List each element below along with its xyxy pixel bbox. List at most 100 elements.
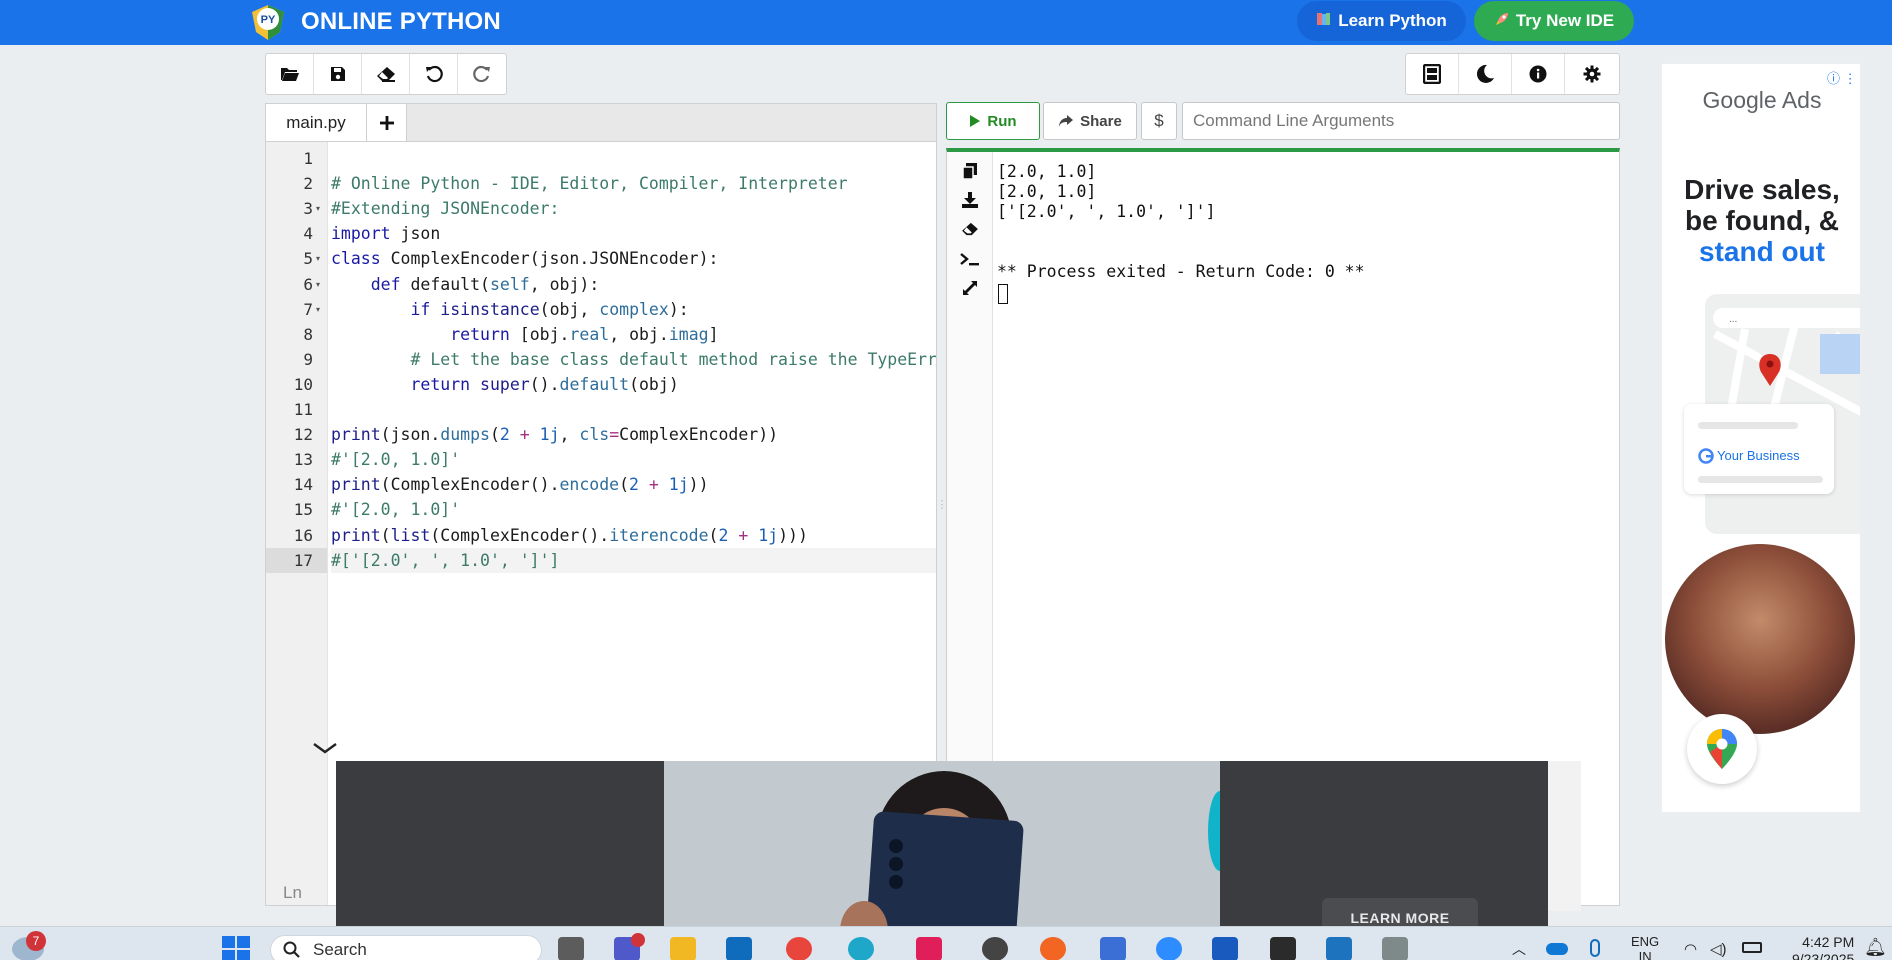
code-line[interactable]: #Extending JSONEncoder:: [331, 196, 559, 221]
line-number: 5: [303, 249, 313, 269]
speaker-icon[interactable]: ◁): [1710, 940, 1727, 958]
taskbar-search-box[interactable]: Search: [270, 935, 542, 960]
wifi-icon[interactable]: ◠: [1684, 940, 1697, 958]
code-line[interactable]: # Let the base class default method rais…: [331, 347, 936, 372]
python-logo-icon[interactable]: PY: [248, 2, 288, 42]
battery-icon[interactable]: [1742, 942, 1762, 953]
share-icon: [1059, 115, 1074, 127]
code-line[interactable]: #'[2.0, 1.0]': [331, 447, 460, 472]
download-icon[interactable]: [959, 189, 981, 211]
clear-output-eraser-icon[interactable]: [959, 218, 981, 240]
search-icon: [283, 941, 300, 958]
notification-bell-icon[interactable]: 🔔︎: [1864, 937, 1887, 958]
command-line-arguments-input[interactable]: [1182, 102, 1620, 140]
word-icon[interactable]: [1212, 937, 1238, 960]
code-line[interactable]: return [obj.real, obj.imag]: [331, 322, 718, 347]
brave-pen-icon[interactable]: [1040, 937, 1066, 960]
code-line[interactable]: print(list(ComplexEncoder().iterencode(2…: [331, 523, 808, 548]
save-icon[interactable]: [314, 54, 362, 94]
line-number: 13: [293, 450, 313, 470]
language-indicator[interactable]: ENG IN: [1631, 934, 1659, 960]
line-number: 16: [293, 525, 313, 545]
undo-icon[interactable]: [410, 54, 458, 94]
line-number: 14: [293, 475, 313, 495]
store-icon[interactable]: [1326, 937, 1352, 960]
dark-mode-icon[interactable]: [1459, 54, 1512, 94]
run-button[interactable]: Run: [946, 102, 1040, 140]
copy-icon[interactable]: [959, 160, 981, 182]
dollar-button[interactable]: $: [1141, 102, 1177, 140]
fold-toggle-icon[interactable]: ▾: [316, 297, 324, 322]
windows-start-icon[interactable]: [222, 936, 250, 960]
code-line[interactable]: return super().default(obj): [331, 372, 678, 397]
code-line[interactable]: #'[2.0, 1.0]': [331, 497, 460, 522]
eraser-icon[interactable]: [362, 54, 410, 94]
app-icon[interactable]: [1382, 937, 1408, 960]
fold-toggle-icon[interactable]: ▾: [316, 272, 324, 297]
chrome-icon[interactable]: [786, 937, 812, 960]
rocket-icon: [1494, 11, 1510, 32]
redo-icon[interactable]: [458, 54, 506, 94]
run-label: Run: [987, 112, 1017, 130]
notepad-icon[interactable]: [1100, 937, 1126, 960]
ad-info-icon[interactable]: ⓘ ⋮: [1827, 68, 1857, 87]
line-number: 10: [293, 374, 313, 394]
terminal-cursor: [998, 284, 1008, 304]
info-icon[interactable]: [1512, 54, 1565, 94]
code-line[interactable]: # Online Python - IDE, Editor, Compiler,…: [331, 171, 848, 196]
tab-main-py[interactable]: main.py: [266, 104, 367, 142]
code-line[interactable]: #['[2.0', ', 1.0', ']']: [331, 547, 936, 573]
ad-photo-image: [1665, 544, 1855, 734]
learn-python-button[interactable]: Learn Python: [1297, 1, 1466, 41]
editor-toolbar: [265, 53, 507, 95]
slack-icon[interactable]: [916, 937, 942, 960]
file-explorer-icon[interactable]: [670, 937, 696, 960]
add-tab-button[interactable]: [367, 104, 407, 142]
top-navbar: PY ONLINE PYTHON Learn Python Try New ID…: [0, 0, 1892, 45]
maps-pin-icon[interactable]: [1687, 714, 1757, 784]
try-new-ide-label: Try New IDE: [1515, 11, 1615, 30]
fold-toggle-icon[interactable]: ▾: [316, 196, 324, 221]
line-number: 3: [303, 199, 313, 219]
open-folder-icon[interactable]: [266, 54, 314, 94]
game-icon[interactable]: [982, 937, 1008, 960]
line-number: 2: [303, 174, 313, 194]
onedrive-icon[interactable]: [1546, 943, 1568, 955]
zoom-icon[interactable]: [1156, 937, 1182, 960]
line-number: 4: [303, 224, 313, 244]
code-line[interactable]: class ComplexEncoder(json.JSONEncoder):: [331, 246, 718, 271]
code-line[interactable]: if isinstance(obj, complex):: [331, 297, 688, 322]
expand-icon[interactable]: [959, 277, 981, 299]
gear-icon[interactable]: [1565, 54, 1618, 94]
terminal-app-icon[interactable]: [1270, 937, 1296, 960]
status-line-label: Ln: [283, 883, 302, 902]
chevron-down-icon[interactable]: [305, 735, 345, 761]
layout-icon[interactable]: [1406, 54, 1459, 94]
code-line[interactable]: def default(self, obj):: [331, 272, 600, 297]
notification-badge: 7: [26, 931, 46, 951]
svg-text:...: ...: [1729, 314, 1737, 325]
line-number: 17: [266, 547, 327, 573]
line-number: 15: [293, 500, 313, 520]
fold-toggle-icon[interactable]: ▾: [316, 246, 324, 271]
code-line[interactable]: print(ComplexEncoder().encode(2 + 1j)): [331, 472, 709, 497]
outlook-icon[interactable]: [726, 937, 752, 960]
line-number: 9: [303, 349, 313, 369]
share-button[interactable]: Share: [1043, 102, 1137, 140]
task-view-icon[interactable]: [558, 937, 584, 960]
terminal-icon[interactable]: [959, 248, 981, 270]
taskbar-clock[interactable]: 4:42 PM 9/23/2025: [1792, 934, 1854, 960]
edge-icon[interactable]: [848, 937, 874, 960]
ad-title: Google Ads: [1702, 87, 1822, 113]
chevron-up-icon[interactable]: ︿: [1512, 939, 1526, 959]
brand-title[interactable]: ONLINE PYTHON: [301, 8, 501, 36]
code-line[interactable]: print(json.dumps(2 + 1j, cls=ComplexEnco…: [331, 422, 778, 447]
microphone-icon[interactable]: [1590, 939, 1600, 957]
code-line[interactable]: import json: [331, 221, 440, 246]
try-new-ide-button[interactable]: Try New IDE: [1474, 1, 1634, 41]
line-number: 11: [293, 400, 313, 419]
line-number-gutter: 1 2 3 ▾ 4 5 ▾ 6 ▾ 7 ▾ 8 9 10 11 12 13 14 15 16 17: [266, 142, 328, 905]
line-number: 7: [303, 299, 313, 319]
google-ads-banner[interactable]: ⓘ ⋮ Google Ads Drive sales, be found, & …: [1661, 63, 1861, 813]
video-side-strip: [1548, 761, 1581, 911]
